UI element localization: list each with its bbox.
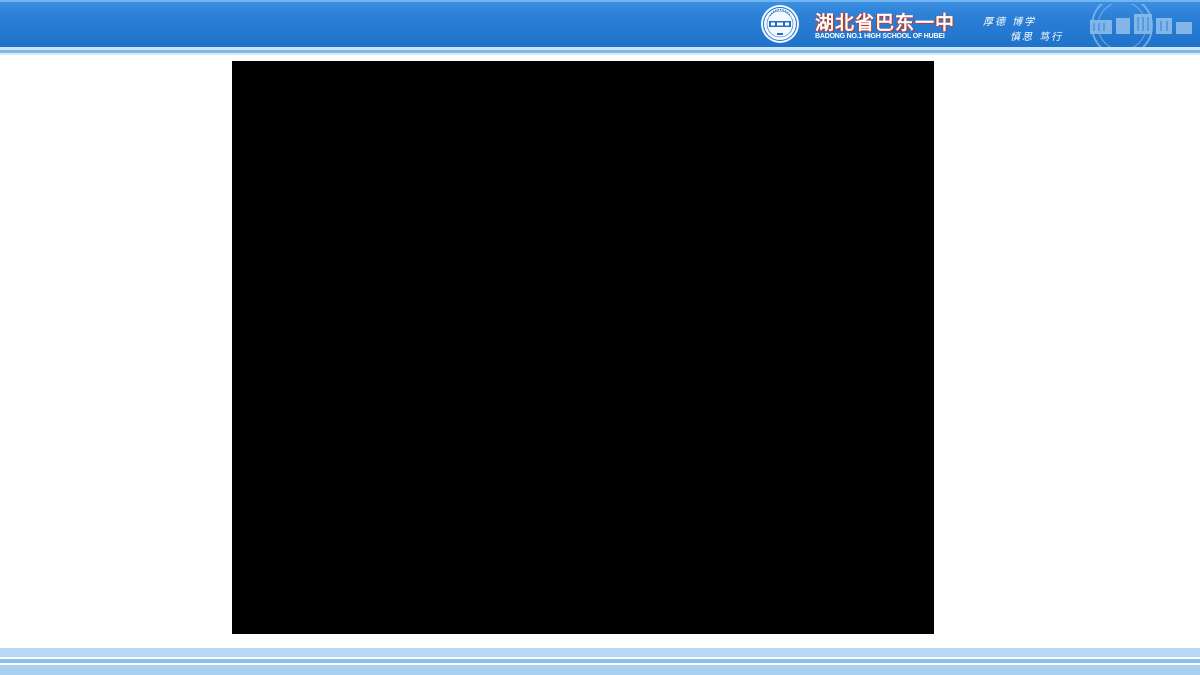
campus-watermark-icon <box>1090 4 1192 48</box>
school-name-english: BADONG NO.1 HIGH SCHOOL OF HUBEI <box>815 33 945 40</box>
school-emblem-icon <box>761 5 799 43</box>
school-name-chinese: 湖北省巴东一中 <box>815 12 956 34</box>
top-banner: 湖北省巴东一中 BADONG NO.1 HIGH SCHOOL OF HUBEI… <box>0 0 1200 48</box>
slide: 湖北省巴东一中 BADONG NO.1 HIGH SCHOOL OF HUBEI… <box>0 0 1200 675</box>
header-stripe <box>0 53 1200 55</box>
content-image <box>232 61 934 634</box>
motto-line-1: 厚德 博学 <box>983 17 1037 28</box>
footer-band <box>0 648 1200 675</box>
motto-line-2: 慎思 笃行 <box>1010 32 1064 43</box>
